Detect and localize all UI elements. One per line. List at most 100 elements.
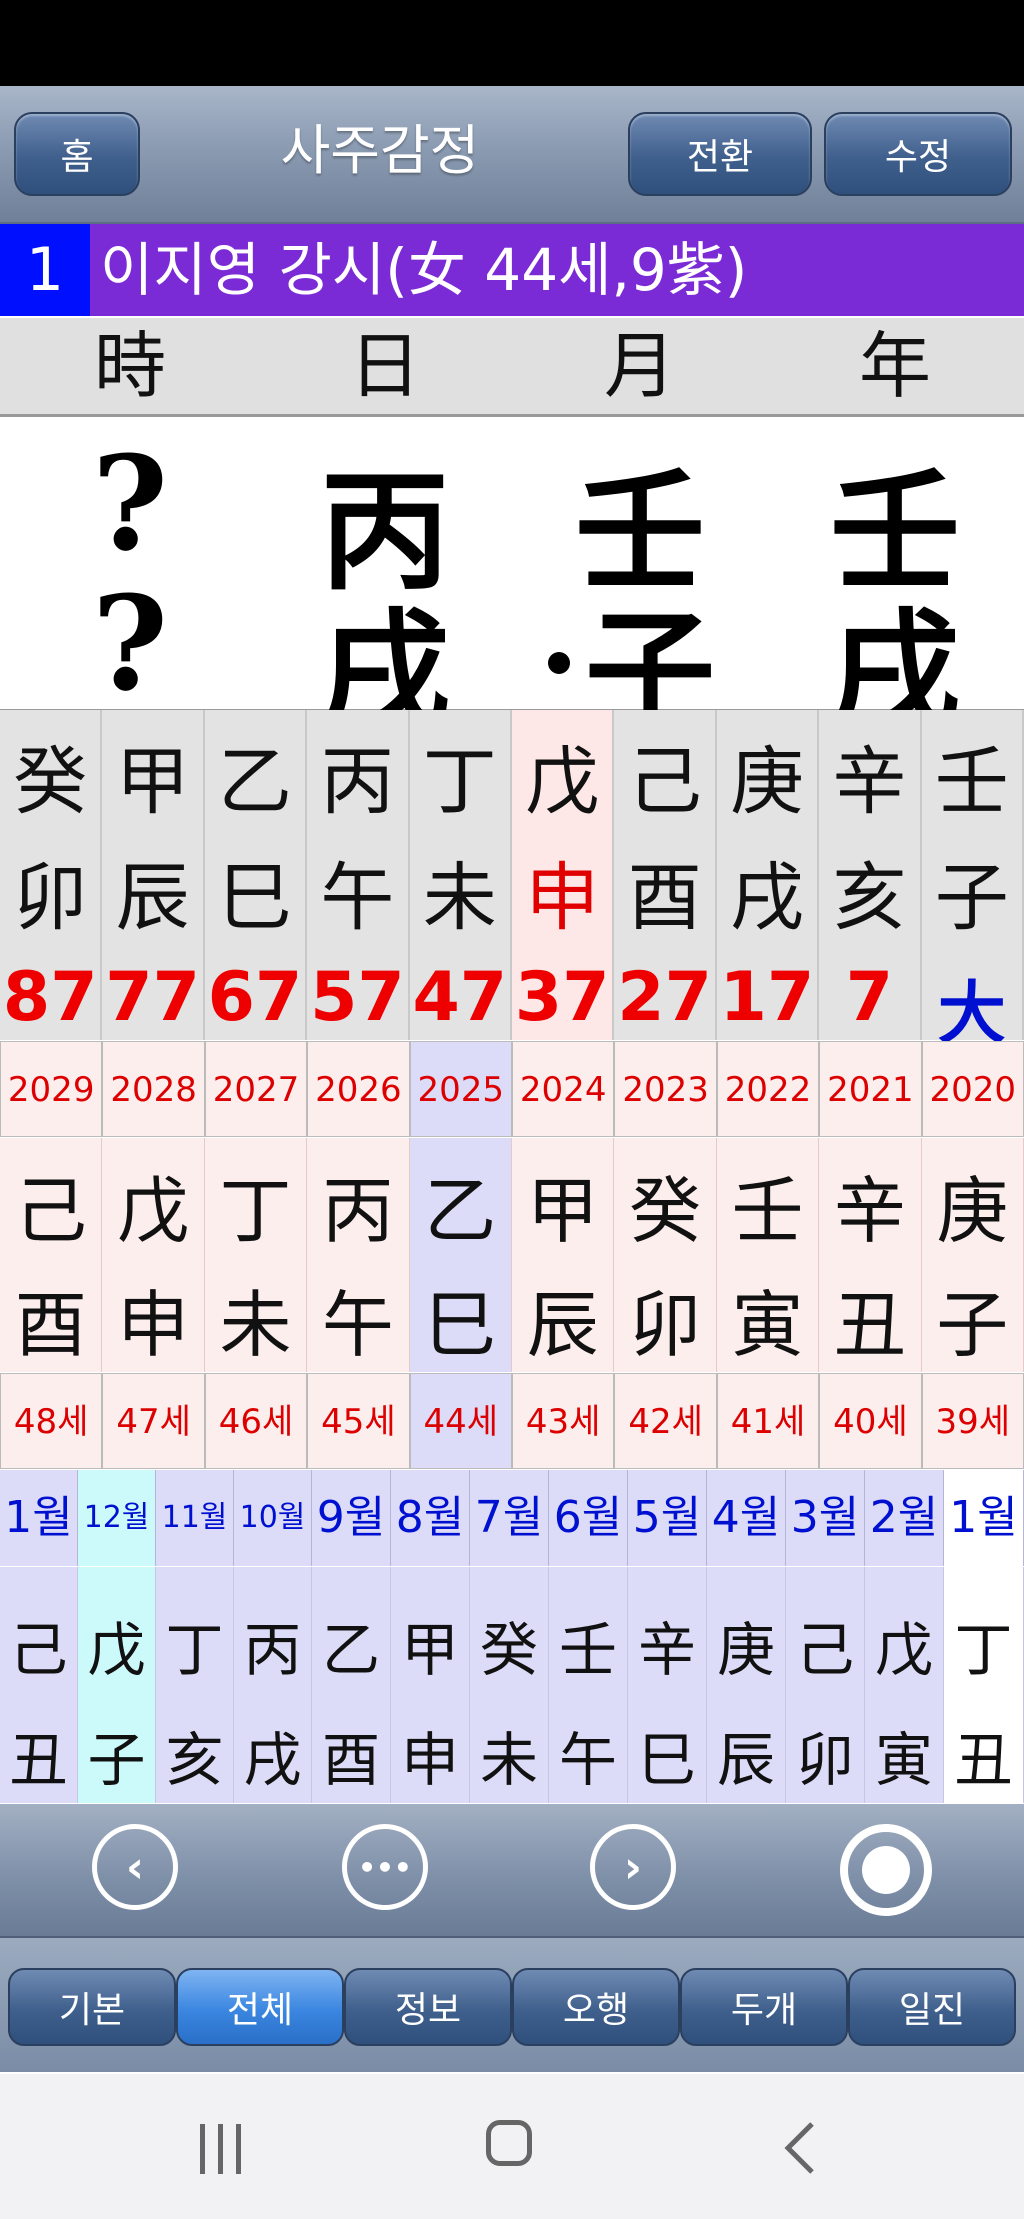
back-icon[interactable] — [780, 2120, 820, 2176]
daeun-column[interactable]: 己酉 27 — [614, 710, 717, 1040]
home-icon[interactable] — [486, 2120, 532, 2166]
more-icon[interactable]: ••• — [342, 1824, 428, 1910]
age-cell: 43세 — [512, 1373, 615, 1469]
tab-basic[interactable]: 기본 — [8, 1968, 176, 2046]
daeun-column[interactable]: 戊申 37 — [512, 710, 615, 1040]
navigation-bar: ‹ ••• › — [0, 1804, 1024, 1938]
month-cell[interactable]: 6월 — [549, 1470, 628, 1566]
daeun-column[interactable]: 辛亥 7 — [819, 710, 922, 1040]
age-cell: 44세 — [409, 1373, 512, 1469]
year-cell[interactable]: 2027 — [204, 1041, 308, 1137]
year-pillar-column[interactable]: 庚子 — [921, 1138, 1024, 1372]
daeun-branch: 未 — [422, 855, 497, 941]
daeun-column[interactable]: 庚戌 17 — [717, 710, 820, 1040]
month-pillar-column[interactable]: 癸未 — [470, 1567, 549, 1803]
daeun-age: 87 — [2, 958, 98, 1037]
year-pillar-column[interactable]: 癸卯 — [614, 1138, 717, 1372]
year-pillar-column[interactable]: 丁未 — [204, 1138, 308, 1372]
month-branch: 酉 — [321, 1726, 380, 1794]
month-cell[interactable]: 12월 — [78, 1470, 156, 1566]
daeun-column[interactable]: 壬子大 — [922, 710, 1024, 1054]
month-pillar-column[interactable]: 戊寅 — [865, 1567, 944, 1803]
year-pillar-column[interactable]: 乙巳 — [409, 1138, 512, 1372]
month-pillar-column[interactable]: 辛巳 — [628, 1567, 707, 1803]
year-pillar-column[interactable]: 丙午 — [307, 1138, 410, 1372]
year-pillar-column[interactable]: 甲辰 — [512, 1138, 615, 1372]
month-cell[interactable]: 1월 — [0, 1470, 78, 1566]
daeun-column[interactable]: 癸卯 87 — [0, 710, 103, 1040]
month-cell[interactable]: 7월 — [470, 1470, 549, 1566]
next-icon[interactable]: › — [590, 1824, 676, 1910]
home-button[interactable]: 홈 — [14, 112, 140, 196]
year-cell[interactable]: 2024 — [512, 1041, 615, 1137]
tab-daily[interactable]: 일진 — [848, 1968, 1016, 2046]
month-cell[interactable]: 8월 — [391, 1470, 470, 1566]
daeun-stem: 丁 — [422, 739, 497, 825]
month-pillar-column[interactable]: 己卯 — [786, 1567, 865, 1803]
month-pillar-column[interactable]: 丁丑 — [944, 1567, 1024, 1803]
tab-two[interactable]: 두개 — [680, 1968, 848, 2046]
daeun-stem: 戊 — [525, 739, 600, 825]
year-cell[interactable]: 2028 — [102, 1041, 205, 1137]
daeun-branch: 子 — [934, 855, 1009, 941]
year-pillar-column[interactable]: 戊申 — [102, 1138, 205, 1372]
month-pillar-column[interactable]: 乙酉 — [312, 1567, 391, 1803]
recent-apps-icon[interactable] — [200, 2124, 250, 2174]
year-cell[interactable]: 2021 — [819, 1041, 922, 1137]
month-cell[interactable]: 1월 — [944, 1470, 1024, 1566]
year-branch: 午 — [321, 1283, 394, 1367]
pillar-label-month: 月 — [603, 324, 676, 408]
year-cell[interactable]: 2020 — [921, 1041, 1024, 1137]
daeun-stem: 癸 — [13, 739, 88, 825]
year-cell[interactable]: 2026 — [307, 1041, 410, 1137]
month-pillar-column[interactable]: 壬午 — [549, 1567, 628, 1803]
daeun-column[interactable]: 乙巳 67 — [205, 710, 308, 1040]
pillar-labels: 時 日 月 年 — [0, 318, 1024, 417]
daeun-column[interactable]: 甲辰 77 — [102, 710, 205, 1040]
month-pillar-column[interactable]: 丁亥 — [156, 1567, 234, 1803]
tab-info[interactable]: 정보 — [344, 1968, 512, 2046]
age-cell: 48세 — [0, 1373, 103, 1469]
daeun-age: 57 — [310, 958, 405, 1037]
month-stem: 丁 — [954, 1616, 1013, 1684]
year-stem: 癸 — [629, 1169, 702, 1253]
month-pillar-column[interactable]: 己丑 — [0, 1567, 78, 1803]
month-row: 1월 12월 11월 10월 9월 8월 7월 6월 5월 4월 3월 2월 1월 — [0, 1470, 1024, 1566]
daeun-column[interactable]: 丁未 47 — [410, 710, 512, 1040]
daeun-column[interactable]: 丙午 57 — [307, 710, 410, 1040]
tab-all[interactable]: 전체 — [176, 1968, 344, 2046]
month-cell[interactable]: 9월 — [312, 1470, 391, 1566]
year-pillar-column[interactable]: 己酉 — [0, 1138, 103, 1372]
year-cell[interactable]: 2029 — [0, 1041, 103, 1137]
edit-button[interactable]: 수정 — [824, 112, 1012, 196]
year-row: 2029 2028 2027 2026 2025 2024 2023 2022 2021 2020 — [0, 1041, 1024, 1137]
switch-button[interactable]: 전환 — [628, 112, 812, 196]
month-cell[interactable]: 2월 — [865, 1470, 944, 1566]
daeun-stem: 甲 — [115, 739, 190, 825]
month-pillar-column[interactable]: 甲申 — [391, 1567, 470, 1803]
month-cell[interactable]: 4월 — [707, 1470, 786, 1566]
record-icon[interactable] — [840, 1824, 932, 1916]
month-cell[interactable]: 10월 — [234, 1470, 312, 1566]
month-cell[interactable]: 5월 — [628, 1470, 707, 1566]
pillar-label-hour: 時 — [93, 324, 166, 408]
month-stem: 庚 — [716, 1616, 775, 1684]
year-cell[interactable]: 2022 — [716, 1041, 820, 1137]
year-cell[interactable]: 2025 — [409, 1041, 512, 1137]
month-cell[interactable]: 11월 — [156, 1470, 234, 1566]
year-branch: 巳 — [424, 1283, 497, 1367]
prev-icon[interactable]: ‹ — [92, 1824, 178, 1910]
person-row[interactable]: 1 이지영 강시(女 44세,9紫) — [0, 224, 1024, 316]
system-navigation — [0, 2074, 1024, 2219]
daeun-stem: 丙 — [320, 739, 395, 825]
tab-five-elements[interactable]: 오행 — [512, 1968, 680, 2046]
year-pillar-column[interactable]: 辛丑 — [819, 1138, 922, 1372]
month-pillar-column[interactable]: 丙戌 — [234, 1567, 312, 1803]
month-cell[interactable]: 3월 — [786, 1470, 865, 1566]
month-pillar-column[interactable]: 戊子 — [78, 1567, 156, 1803]
year-cell[interactable]: 2023 — [614, 1041, 717, 1137]
month-branch: 午 — [558, 1726, 617, 1794]
year-pillar-column[interactable]: 壬寅 — [716, 1138, 820, 1372]
month-pillars: 己丑戊子丁亥丙戌乙酉甲申癸未壬午辛巳庚辰己卯戊寅丁丑 — [0, 1567, 1024, 1803]
month-pillar-column[interactable]: 庚辰 — [707, 1567, 786, 1803]
